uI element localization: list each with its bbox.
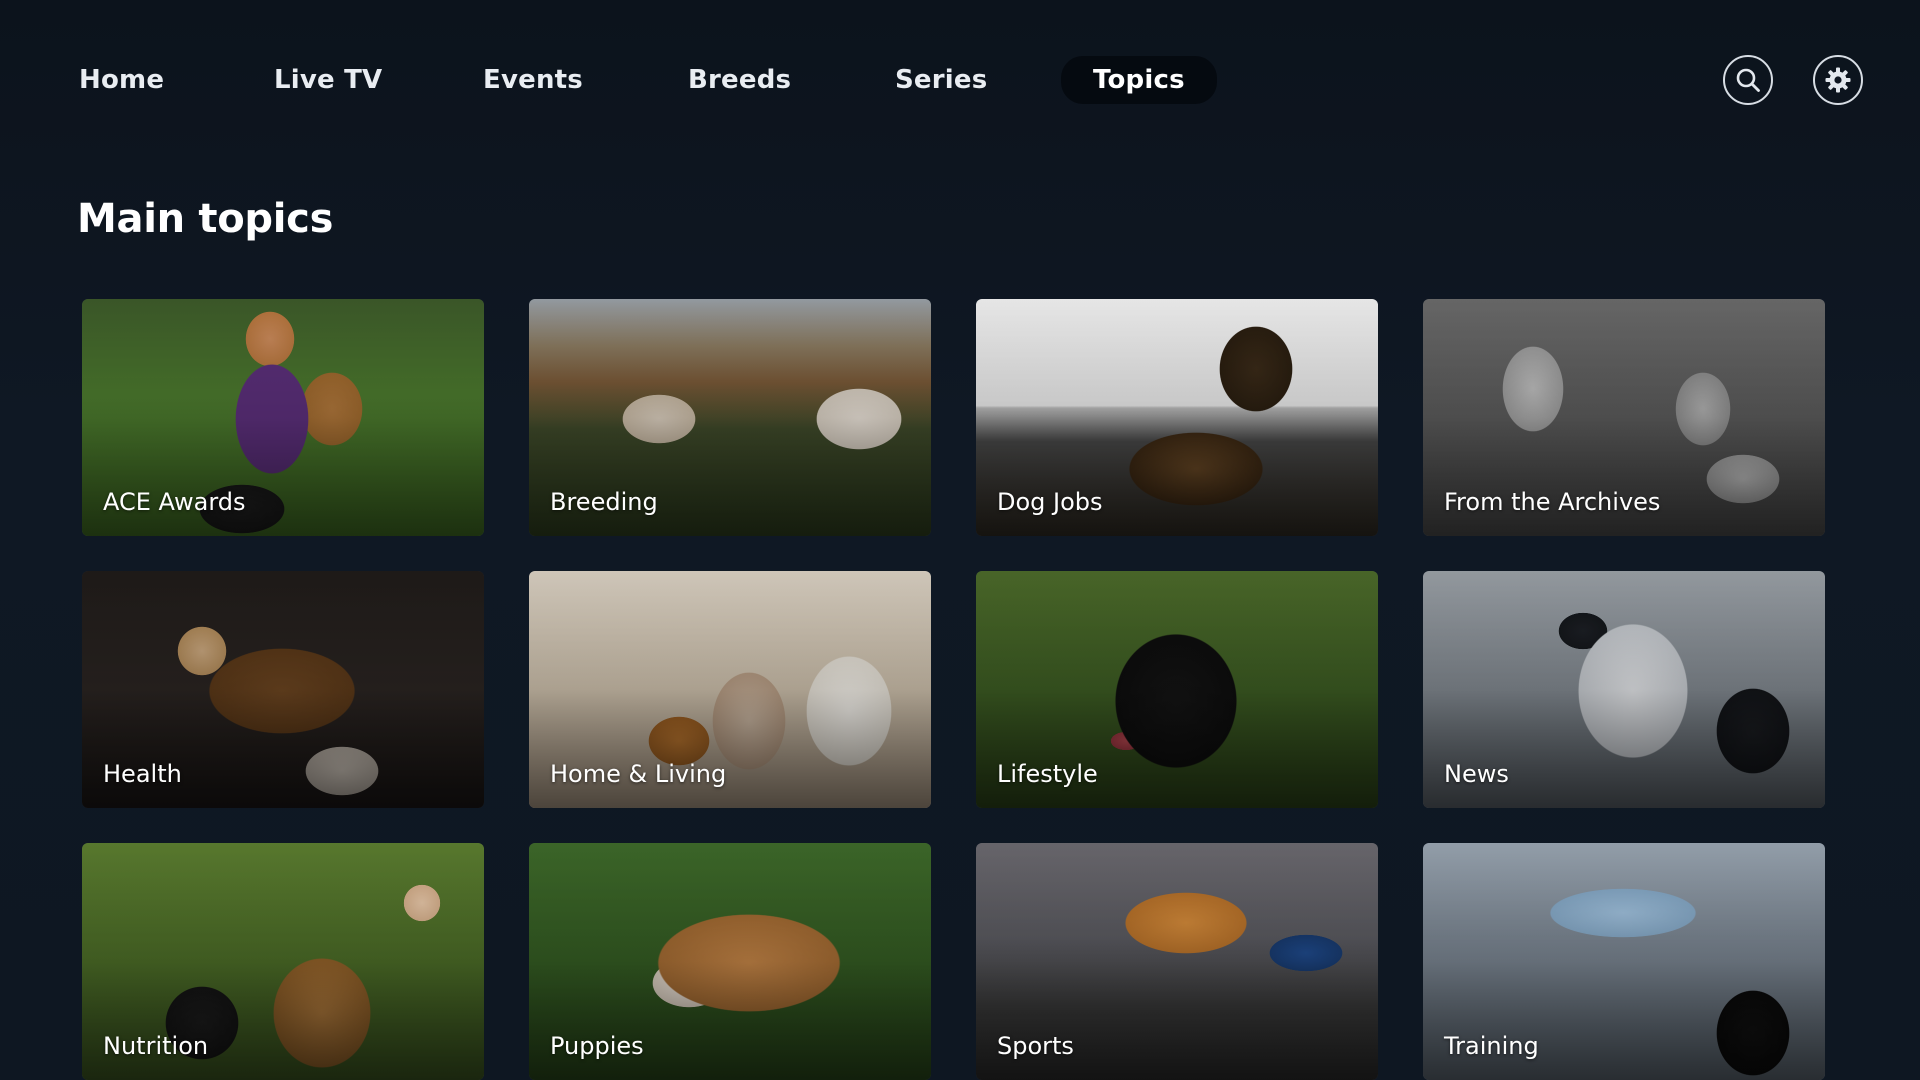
topic-label: From the Archives bbox=[1444, 488, 1661, 516]
topic-card-puppies[interactable]: Puppies bbox=[529, 843, 931, 1080]
topic-label: Health bbox=[103, 760, 182, 788]
app-root: Home Live TV Events Breeds Series Topics bbox=[0, 0, 1920, 1080]
topic-label: Dog Jobs bbox=[997, 488, 1103, 516]
search-icon bbox=[1736, 68, 1760, 92]
topic-label: ACE Awards bbox=[103, 488, 246, 516]
topic-card-dog-jobs[interactable]: Dog Jobs bbox=[976, 299, 1378, 536]
nav-item-events[interactable]: Events bbox=[483, 65, 583, 95]
nav-item-home[interactable]: Home bbox=[79, 65, 164, 95]
topic-card-sports[interactable]: Sports bbox=[976, 843, 1378, 1080]
topic-label: Nutrition bbox=[103, 1032, 209, 1060]
topic-card-home-and-living[interactable]: Home & Living bbox=[529, 571, 931, 808]
topic-label: Home & Living bbox=[550, 760, 727, 788]
nav-item-series[interactable]: Series bbox=[895, 65, 987, 95]
topic-label: Training bbox=[1444, 1032, 1539, 1060]
topic-label: News bbox=[1444, 760, 1509, 788]
topic-card-health[interactable]: Health bbox=[82, 571, 484, 808]
topic-card-lifestyle[interactable]: Lifestyle bbox=[976, 571, 1378, 808]
topic-label: Sports bbox=[997, 1032, 1074, 1060]
topic-label: Puppies bbox=[550, 1032, 644, 1060]
nav-item-topics[interactable]: Topics bbox=[1061, 56, 1217, 104]
topic-card-news[interactable]: News bbox=[1423, 571, 1825, 808]
nav-item-live-tv[interactable]: Live TV bbox=[274, 65, 382, 95]
topic-card-training[interactable]: Training bbox=[1423, 843, 1825, 1080]
top-navigation: Home Live TV Events Breeds Series Topics bbox=[0, 0, 1920, 160]
topic-card-breeding[interactable]: Breeding bbox=[529, 299, 931, 536]
topic-label: Breeding bbox=[550, 488, 658, 516]
search-button[interactable] bbox=[1723, 55, 1773, 105]
gear-icon bbox=[1825, 67, 1851, 93]
topic-card-ace-awards[interactable]: ACE Awards bbox=[82, 299, 484, 536]
nav-item-breeds[interactable]: Breeds bbox=[688, 65, 791, 95]
settings-button[interactable] bbox=[1813, 55, 1863, 105]
topic-card-from-the-archives[interactable]: From the Archives bbox=[1423, 299, 1825, 536]
topic-label: Lifestyle bbox=[997, 760, 1098, 788]
page-title: Main topics bbox=[77, 196, 334, 242]
topic-card-nutrition[interactable]: Nutrition bbox=[82, 843, 484, 1080]
